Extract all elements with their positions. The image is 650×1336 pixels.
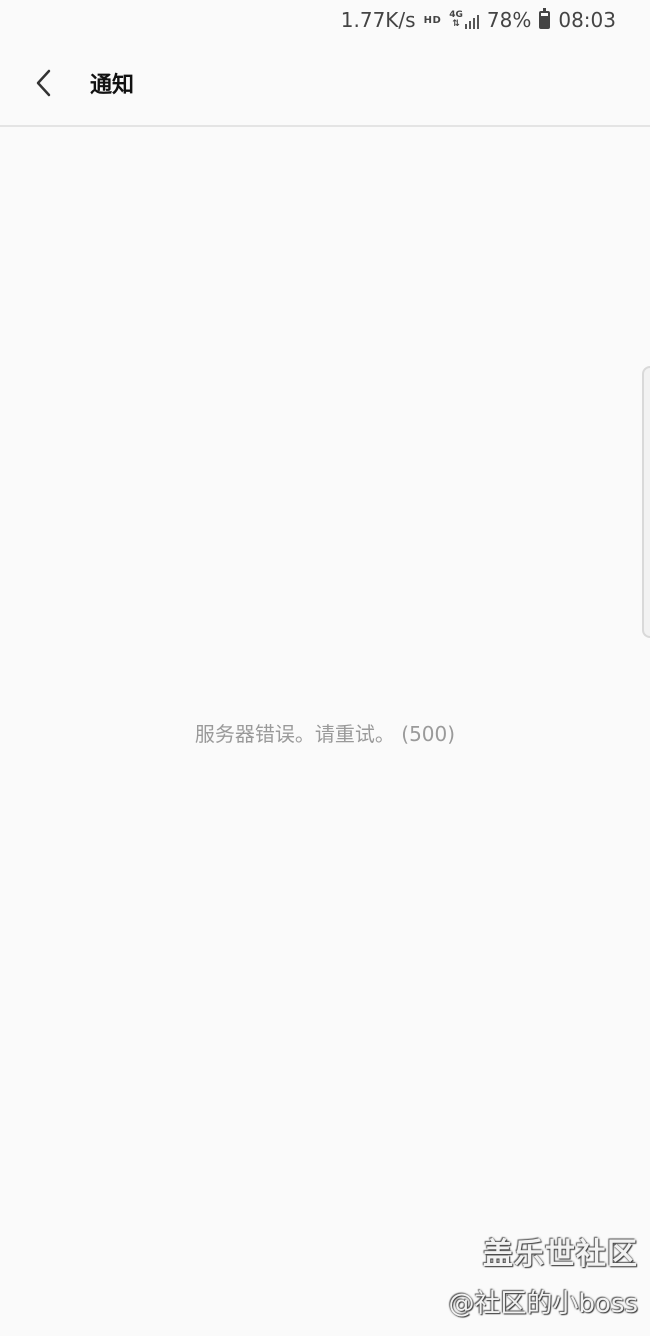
watermark-brand: 盖乐世社区 bbox=[483, 1237, 638, 1272]
signal-icon bbox=[464, 15, 479, 29]
network-indicator: 4G ⇅ bbox=[449, 11, 479, 29]
screen: 1.77K/s HD 4G ⇅ 78% 08:03 通知 服务器错误。请重试。 … bbox=[0, 0, 650, 1336]
error-message: 服务器错误。请重试。 (500) bbox=[194, 722, 456, 746]
clock: 08:03 bbox=[558, 8, 616, 32]
net-speed: 1.77K/s bbox=[340, 8, 416, 32]
hd-indicator: HD bbox=[423, 14, 442, 26]
page-title: 通知 bbox=[90, 72, 135, 98]
battery-icon bbox=[539, 8, 551, 29]
back-button[interactable] bbox=[16, 55, 72, 111]
edge-panel-handle[interactable] bbox=[642, 366, 650, 638]
network-type-icon: 4G ⇅ bbox=[449, 10, 463, 29]
app-bar: 通知 bbox=[0, 40, 650, 127]
watermark: 盖乐世社区 @社区的小boss bbox=[448, 1229, 638, 1320]
battery-percent: 78% bbox=[486, 8, 532, 32]
status-bar: 1.77K/s HD 4G ⇅ 78% 08:03 bbox=[0, 0, 650, 40]
watermark-user: @社区的小boss bbox=[448, 1289, 638, 1319]
chevron-left-icon bbox=[36, 69, 51, 96]
